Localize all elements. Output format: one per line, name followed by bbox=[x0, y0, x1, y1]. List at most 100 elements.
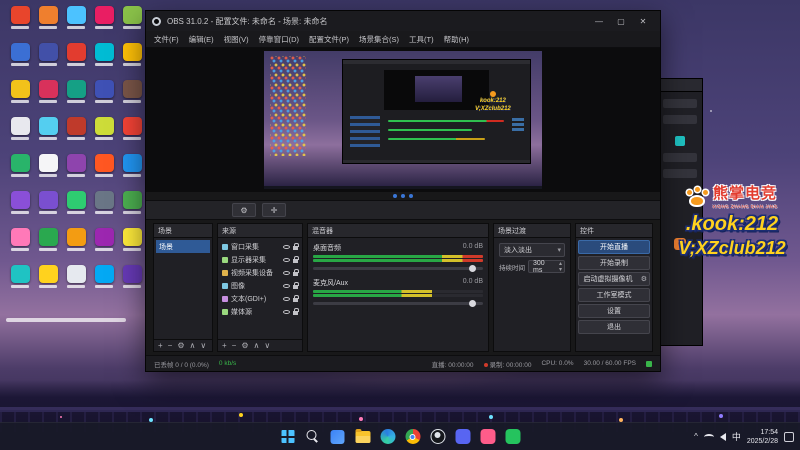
desktop-icon[interactable] bbox=[8, 43, 32, 80]
visibility-eye-icon[interactable] bbox=[283, 244, 290, 249]
obs-preview-canvas[interactable]: kook:212 V;XZclub212 bbox=[146, 48, 660, 192]
transitions-dock-title[interactable]: 场景过渡 bbox=[494, 224, 570, 238]
desktop-icon[interactable] bbox=[36, 228, 60, 265]
control-button[interactable]: 开始录制 bbox=[578, 256, 650, 270]
lock-icon[interactable] bbox=[293, 256, 299, 263]
app-icon-purple[interactable] bbox=[454, 428, 472, 446]
background-window-button[interactable] bbox=[663, 153, 697, 162]
toolbar-icon[interactable]: − bbox=[168, 341, 173, 350]
toolbar-icon[interactable]: − bbox=[232, 341, 237, 350]
desktop-icon[interactable] bbox=[92, 191, 116, 228]
visibility-eye-icon[interactable] bbox=[283, 257, 290, 262]
control-button[interactable]: 启动虚拟摄像机 bbox=[578, 272, 650, 286]
menu-item[interactable]: 工具(T) bbox=[409, 34, 434, 45]
control-button[interactable]: 退出 bbox=[578, 320, 650, 334]
scene-item-selected[interactable]: 场景 bbox=[156, 240, 210, 253]
control-button[interactable]: 开始直播 bbox=[578, 240, 650, 254]
source-item[interactable]: 显示器采集 bbox=[220, 253, 300, 266]
volume-icon[interactable] bbox=[719, 432, 726, 441]
source-item[interactable]: 媒体源 bbox=[220, 305, 300, 318]
desktop-icon[interactable] bbox=[120, 265, 144, 302]
chrome-icon[interactable] bbox=[404, 428, 422, 446]
control-button[interactable]: 设置 bbox=[578, 304, 650, 318]
file-explorer-icon[interactable] bbox=[354, 428, 372, 446]
desktop-icon[interactable] bbox=[92, 265, 116, 302]
menu-item[interactable]: 编辑(E) bbox=[189, 34, 214, 45]
source-item[interactable]: 图像 bbox=[220, 279, 300, 292]
desktop-icon[interactable] bbox=[64, 6, 88, 43]
desktop-icon[interactable] bbox=[8, 154, 32, 191]
lock-icon[interactable] bbox=[293, 269, 299, 276]
obs-titlebar[interactable]: OBS 31.0.2 - 配置文件: 未命名 - 场景: 未命名 — ▢ ✕ bbox=[146, 11, 660, 31]
desktop-icon[interactable] bbox=[64, 265, 88, 302]
desktop-icon[interactable] bbox=[92, 80, 116, 117]
search-icon[interactable] bbox=[304, 428, 322, 446]
desktop-icon[interactable] bbox=[120, 154, 144, 191]
desktop-icon[interactable] bbox=[64, 228, 88, 265]
desktop-icon[interactable] bbox=[36, 265, 60, 302]
desktop-icon[interactable] bbox=[36, 80, 60, 117]
obs-taskbar-icon[interactable] bbox=[429, 428, 447, 446]
scenes-dock-title[interactable]: 场景 bbox=[154, 224, 212, 238]
desktop-icon[interactable] bbox=[64, 154, 88, 191]
toolbar-icon[interactable]: ∧ bbox=[190, 341, 196, 350]
visibility-eye-icon[interactable] bbox=[283, 270, 290, 275]
desktop-icon[interactable] bbox=[92, 154, 116, 191]
toolbar-icon[interactable]: ∨ bbox=[200, 341, 206, 350]
lock-icon[interactable] bbox=[293, 295, 299, 302]
toolbar-icon[interactable]: ⚙ bbox=[177, 341, 184, 350]
minimize-button[interactable]: — bbox=[588, 13, 610, 29]
menu-item[interactable]: 帮助(H) bbox=[444, 34, 469, 45]
toolbar-icon[interactable]: ∨ bbox=[264, 341, 270, 350]
desktop-icon[interactable] bbox=[64, 117, 88, 154]
menu-item[interactable]: 配置文件(P) bbox=[309, 34, 349, 45]
desktop-long-filename[interactable] bbox=[6, 318, 126, 322]
desktop-icon[interactable] bbox=[92, 228, 116, 265]
toolbar-icon[interactable]: ⚙ bbox=[241, 341, 248, 350]
notification-center-icon[interactable] bbox=[784, 431, 794, 442]
desktop-icon[interactable] bbox=[36, 154, 60, 191]
desktop-icon[interactable] bbox=[8, 6, 32, 43]
desktop-icon[interactable] bbox=[120, 43, 144, 80]
desktop-icon[interactable] bbox=[64, 191, 88, 228]
desktop-icon[interactable] bbox=[8, 228, 32, 265]
visibility-eye-icon[interactable] bbox=[283, 309, 290, 314]
sources-dock-title[interactable]: 来源 bbox=[218, 224, 302, 238]
menu-item[interactable]: 场景集合(S) bbox=[359, 34, 399, 45]
desktop-icon[interactable] bbox=[36, 191, 60, 228]
desktop-icon[interactable] bbox=[8, 265, 32, 302]
controls-dock-title[interactable]: 控件 bbox=[576, 224, 652, 238]
menu-item[interactable]: 停靠窗口(D) bbox=[259, 34, 299, 45]
desktop-icon[interactable] bbox=[120, 6, 144, 43]
menu-item[interactable]: 文件(F) bbox=[154, 34, 179, 45]
close-button[interactable]: ✕ bbox=[632, 13, 654, 29]
duration-spinbox[interactable]: 300 ms bbox=[528, 260, 565, 274]
desktop-icon[interactable] bbox=[8, 80, 32, 117]
input-language[interactable]: 中 bbox=[732, 430, 741, 443]
lock-icon[interactable] bbox=[293, 243, 299, 250]
edge-icon[interactable] bbox=[379, 428, 397, 446]
desktop-icon[interactable] bbox=[64, 43, 88, 80]
source-item[interactable]: 文本(GDI+) bbox=[220, 292, 300, 305]
toolbar-icon[interactable]: + bbox=[158, 341, 163, 350]
desktop-icon[interactable] bbox=[120, 228, 144, 265]
transition-select[interactable]: 淡入淡出 bbox=[499, 243, 565, 257]
source-item[interactable]: 窗口采集 bbox=[220, 240, 300, 253]
clock[interactable]: 17:54 2025/2/28 bbox=[747, 428, 778, 446]
desktop-icon[interactable] bbox=[8, 117, 32, 154]
toolbar-icon[interactable]: + bbox=[222, 341, 227, 350]
desktop-icon[interactable] bbox=[92, 117, 116, 154]
source-item[interactable]: 视频采集设备 bbox=[220, 266, 300, 279]
maximize-button[interactable]: ▢ bbox=[610, 13, 632, 29]
visibility-eye-icon[interactable] bbox=[283, 296, 290, 301]
desktop-icon[interactable] bbox=[36, 6, 60, 43]
background-window-button[interactable] bbox=[663, 169, 697, 178]
volume-slider[interactable] bbox=[313, 300, 483, 307]
widgets-icon[interactable] bbox=[329, 428, 347, 446]
toolbar-icon[interactable]: ∧ bbox=[254, 341, 260, 350]
lock-icon[interactable] bbox=[293, 282, 299, 289]
menu-item[interactable]: 视图(V) bbox=[224, 34, 249, 45]
desktop-icon[interactable] bbox=[8, 191, 32, 228]
desktop-icon[interactable] bbox=[64, 80, 88, 117]
app-icon-pink[interactable] bbox=[479, 428, 497, 446]
